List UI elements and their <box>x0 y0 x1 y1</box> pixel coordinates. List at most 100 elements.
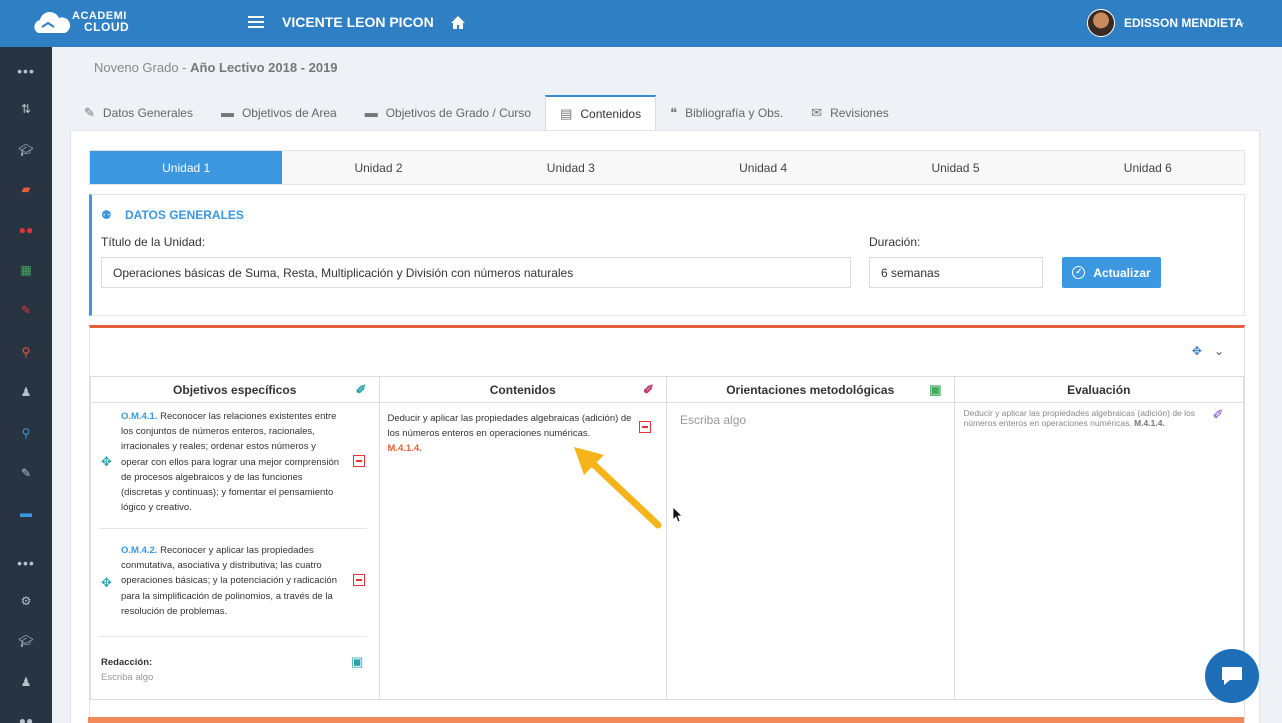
pen-icon[interactable]: ✐ <box>643 382 654 398</box>
unit-tab-3[interactable]: Unidad 3 <box>475 151 667 184</box>
chevron-down-icon[interactable]: ⌄ <box>1238 17 1246 28</box>
more-dots-icon[interactable]: ••• <box>16 553 36 573</box>
edit-icon[interactable]: ✎ <box>16 463 36 483</box>
redaccion-label: Redacción: <box>101 657 153 668</box>
unit-tabs: Unidad 1 Unidad 2 Unidad 3 Unidad 4 Unid… <box>89 150 1245 185</box>
evaluacion-code: M.4.1.4. <box>1134 418 1165 428</box>
objetivo-description: Reconocer las relaciones existentes entr… <box>121 411 340 514</box>
titulo-input[interactable]: Operaciones básicas de Suma, Resta, Mult… <box>101 257 851 288</box>
unit-tab-4[interactable]: Unidad 4 <box>667 151 859 184</box>
brand-name: ACADEMI CLOUD <box>72 11 130 34</box>
calendar-icon[interactable]: ▦ <box>16 260 36 280</box>
pen-icon[interactable]: ✐ <box>356 382 367 398</box>
cogs-icon[interactable]: ⚙ <box>16 591 36 611</box>
sort-icon[interactable]: ⇅ <box>16 99 36 119</box>
user-icon[interactable]: ♟ <box>16 672 36 692</box>
more-dots-icon[interactable]: ••• <box>16 61 36 81</box>
unit-tab-2[interactable]: Unidad 2 <box>282 151 474 184</box>
header-label: Orientaciones metodológicas <box>726 382 895 397</box>
objetivo-text: O.M.4.2. Reconocer y aplicar las propied… <box>121 543 341 619</box>
tab-label: Bibliografía y Obs. <box>685 105 784 120</box>
edit-icon[interactable]: ✎ <box>16 300 36 320</box>
document-icon: ▤ <box>560 105 573 121</box>
actualizar-button[interactable]: ✓ Actualizar <box>1062 257 1161 288</box>
search-icon[interactable]: ⚲ <box>16 342 36 362</box>
divider <box>99 636 367 637</box>
users-icon[interactable]: ●● <box>16 220 36 240</box>
tab-bar: ✎ Datos Generales ▬ Objetivos de Area ▬ Obj… <box>70 95 903 130</box>
chat-button[interactable] <box>1205 649 1259 703</box>
evaluacion-item: Deducir y aplicar las propiedades algebr… <box>964 408 1204 428</box>
objetivo-text: O.M.4.1. Reconocer las relaciones existe… <box>121 409 341 515</box>
chat-bubble-icon <box>1222 667 1242 685</box>
move-icon[interactable]: ✥ <box>101 454 112 469</box>
header-label: Evaluación <box>1067 382 1131 397</box>
move-icon[interactable]: ✥ <box>101 575 112 590</box>
arrow-annotation-icon <box>573 447 661 529</box>
objetivo-code: O.M.4.2. <box>121 545 158 556</box>
tab-bibliografia[interactable]: ❝ Bibliografía y Obs. <box>656 95 797 130</box>
folder-icon[interactable]: ▰ <box>16 179 36 199</box>
user-tie-icon[interactable]: ♟ <box>16 382 36 402</box>
move-icon[interactable]: ✥ <box>1192 344 1202 358</box>
duracion-input[interactable]: 6 semanas <box>869 257 1043 288</box>
users-icon[interactable]: ●● <box>16 711 36 723</box>
tab-objetivos-grado[interactable]: ▬ Objetivos de Grado / Curso <box>351 95 545 130</box>
datos-generales-section: ⚉ DATOS GENERALES Título de la Unidad: O… <box>89 194 1245 316</box>
home-icon[interactable] <box>450 15 466 31</box>
header-label: Contenidos <box>489 382 556 397</box>
graduation-cap-icon[interactable]: 🎓︎ <box>16 631 36 651</box>
remove-icon[interactable] <box>638 421 651 433</box>
grid-tools: ✥ ⌄ <box>1192 344 1224 358</box>
search-icon[interactable]: ⚲ <box>16 423 36 443</box>
breadcrumb-separator: - <box>178 60 191 75</box>
comment-icon: ▬ <box>220 105 234 120</box>
breadcrumb-grade: Noveno Grado <box>94 60 179 75</box>
header-contenidos: Contenidos ✐ <box>379 377 666 403</box>
tab-label: Contenidos <box>580 106 642 121</box>
header-objetivos: Objetivos específicos ✐ <box>91 377 379 403</box>
brand-line2: CLOUD <box>84 20 130 34</box>
redaccion-input[interactable]: Escriba algo <box>101 672 153 683</box>
mouse-cursor-icon <box>672 506 683 523</box>
graduation-cap-icon[interactable]: 🎓︎ <box>16 140 36 160</box>
tab-label: Objetivos de Area <box>241 105 337 120</box>
save-icon[interactable]: ▣ <box>929 382 941 398</box>
contenido-code: M.4.1.4. <box>387 443 422 454</box>
pen-icon[interactable]: ✐ <box>1213 407 1224 423</box>
header-orientaciones: Orientaciones metodológicas ▣ <box>667 377 954 403</box>
col-orientaciones: Orientaciones metodológicas ▣ Escriba al… <box>667 377 955 699</box>
unit-tab-5[interactable]: Unidad 5 <box>859 151 1051 184</box>
unit-tab-6[interactable]: Unidad 6 <box>1052 151 1244 184</box>
titulo-label: Título de la Unidad: <box>101 235 206 249</box>
chevron-down-icon[interactable]: ⌄ <box>1214 344 1224 358</box>
menu-toggle-icon[interactable] <box>248 16 264 30</box>
remove-icon[interactable] <box>353 455 365 467</box>
top-bar: ACADEMI CLOUD VICENTE LEON PICON EDISSON… <box>0 0 1282 47</box>
tab-label: Revisiones <box>830 105 889 120</box>
avatar[interactable] <box>1087 9 1115 37</box>
divider <box>99 528 367 529</box>
section-divider <box>88 717 1244 723</box>
save-icon[interactable]: ▣ <box>351 654 363 670</box>
tab-contenidos[interactable]: ▤ Contenidos <box>545 95 657 130</box>
tab-objetivos-area[interactable]: ▬ Objetivos de Area <box>207 95 351 130</box>
tab-label: Datos Generales <box>102 105 193 120</box>
breadcrumb: Noveno Grado - Año Lectivo 2018 - 2019 <box>94 60 338 75</box>
contenidos-panel: Unidad 1 Unidad 2 Unidad 3 Unidad 4 Unid… <box>70 130 1260 723</box>
main-content: Noveno Grado - Año Lectivo 2018 - 2019 ✎… <box>52 47 1282 723</box>
tab-datos-generales[interactable]: ✎ Datos Generales <box>70 95 207 130</box>
col-contenidos: Contenidos ✐ Deducir y aplicar las propi… <box>379 377 667 699</box>
orientaciones-input[interactable]: Escriba algo <box>680 413 746 427</box>
user-name[interactable]: EDISSON MENDIETA <box>1124 16 1243 30</box>
col-evaluacion: Evaluación Deducir y aplicar las propied… <box>954 377 1243 699</box>
header-label: Objetivos específicos <box>173 382 297 397</box>
contenidos-table: Objetivos específicos ✐ ✥ O.M.4.1. Recon… <box>90 376 1244 700</box>
sidebar: ••• ⇅ 🎓︎ ▰ ●● ▦ ✎ ⚲ ♟ ⚲ ✎ ▬ ••• ⚙ 🎓︎ ♟ ●… <box>0 47 52 723</box>
school-name: VICENTE LEON PICON <box>282 14 434 30</box>
briefcase-icon[interactable]: ▬ <box>16 503 36 523</box>
unit-tab-1[interactable]: Unidad 1 <box>90 151 283 184</box>
remove-icon[interactable] <box>353 574 365 586</box>
tab-revisiones[interactable]: ✉ Revisiones <box>797 95 903 130</box>
actualizar-label: Actualizar <box>1093 265 1151 280</box>
